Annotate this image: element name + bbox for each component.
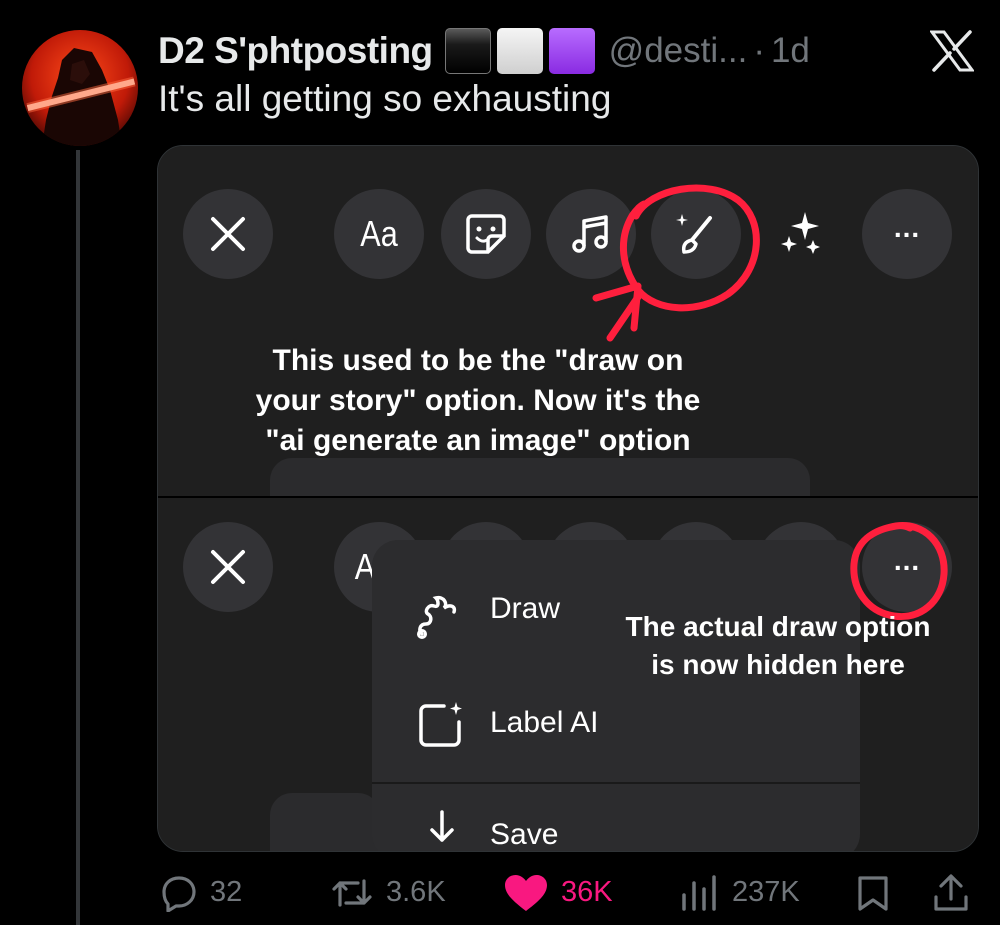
download-arrow-icon <box>430 810 454 842</box>
annotation-top-line: "ai generate an image" option <box>265 424 691 457</box>
close-icon <box>211 217 245 251</box>
x-logo-icon[interactable] <box>929 30 975 72</box>
annotation-bottom: The actual draw option is now hidden her… <box>598 608 958 684</box>
sticker-button[interactable] <box>441 189 531 279</box>
views-count: 237K <box>732 876 800 908</box>
reply-icon <box>162 875 196 912</box>
menu-divider <box>372 782 860 784</box>
heart-icon <box>505 874 547 911</box>
menu-item-label-ai[interactable]: Label AI <box>490 706 598 740</box>
background-card <box>270 793 380 851</box>
timestamp[interactable]: 1d <box>771 31 810 71</box>
reply-count: 32 <box>210 876 243 908</box>
reply-button[interactable]: 32 <box>160 860 242 925</box>
close-icon <box>211 550 245 584</box>
annotation-top-line: This used to be the "draw on <box>272 344 684 377</box>
annotation-top: This used to be the "draw on your story"… <box>188 341 768 461</box>
display-name[interactable]: D2 S'phtposting <box>158 30 433 72</box>
white-square-emoji <box>496 28 543 74</box>
tweet-actions: 32 3.6K 36K 237K <box>0 860 1000 925</box>
red-circle-highlight <box>592 184 760 342</box>
annotation-top-line: your story" option. Now it's the <box>255 384 701 417</box>
thread-line <box>76 150 80 925</box>
close-button[interactable] <box>183 522 273 612</box>
label-ai-icon <box>419 702 462 747</box>
draw-squiggle-icon <box>417 595 457 639</box>
share-icon <box>934 873 968 911</box>
sticker-icon <box>466 214 506 254</box>
handle[interactable]: @desti... <box>609 31 748 71</box>
bookmark-icon <box>858 875 888 911</box>
separator: · <box>753 31 765 70</box>
tweet-header: D2 S'phtposting @desti... · 1d <box>158 26 810 76</box>
more-button[interactable]: ... <box>862 189 952 279</box>
text-icon: Aa <box>360 213 398 254</box>
like-button[interactable]: 36K <box>503 860 613 925</box>
views-bar-chart-icon <box>682 874 716 911</box>
overflow-menu: Draw Label AI Save <box>372 540 860 851</box>
like-count: 36K <box>561 876 613 908</box>
bookmark-button[interactable] <box>856 860 902 925</box>
black-square-emoji <box>444 28 491 74</box>
purple-square-emoji <box>548 28 595 74</box>
annotation-bottom-line: The actual draw option <box>625 611 931 642</box>
repost-button[interactable]: 3.6K <box>330 860 446 925</box>
menu-item-save[interactable]: Save <box>490 818 558 851</box>
more-icon: ... <box>893 212 921 243</box>
tweet-media[interactable]: Aa ... This used to be the "draw on your… <box>157 145 979 852</box>
share-button[interactable] <box>932 860 982 925</box>
avatar[interactable] <box>22 30 138 146</box>
repost-count: 3.6K <box>386 876 446 908</box>
annotation-bottom-line: is now hidden here <box>651 649 905 680</box>
menu-item-draw[interactable]: Draw <box>490 592 560 626</box>
repost-icon <box>332 878 372 907</box>
screenshot-bottom-panel: A ... Draw Label AI Save The actual draw… <box>158 498 978 851</box>
tweet-text: It's all getting so exhausting <box>158 78 612 119</box>
screenshot-top-panel: Aa ... This used to be the "draw on your… <box>158 146 978 518</box>
text-button[interactable]: Aa <box>334 189 424 279</box>
views-button[interactable]: 237K <box>680 860 800 925</box>
close-button[interactable] <box>183 189 273 279</box>
